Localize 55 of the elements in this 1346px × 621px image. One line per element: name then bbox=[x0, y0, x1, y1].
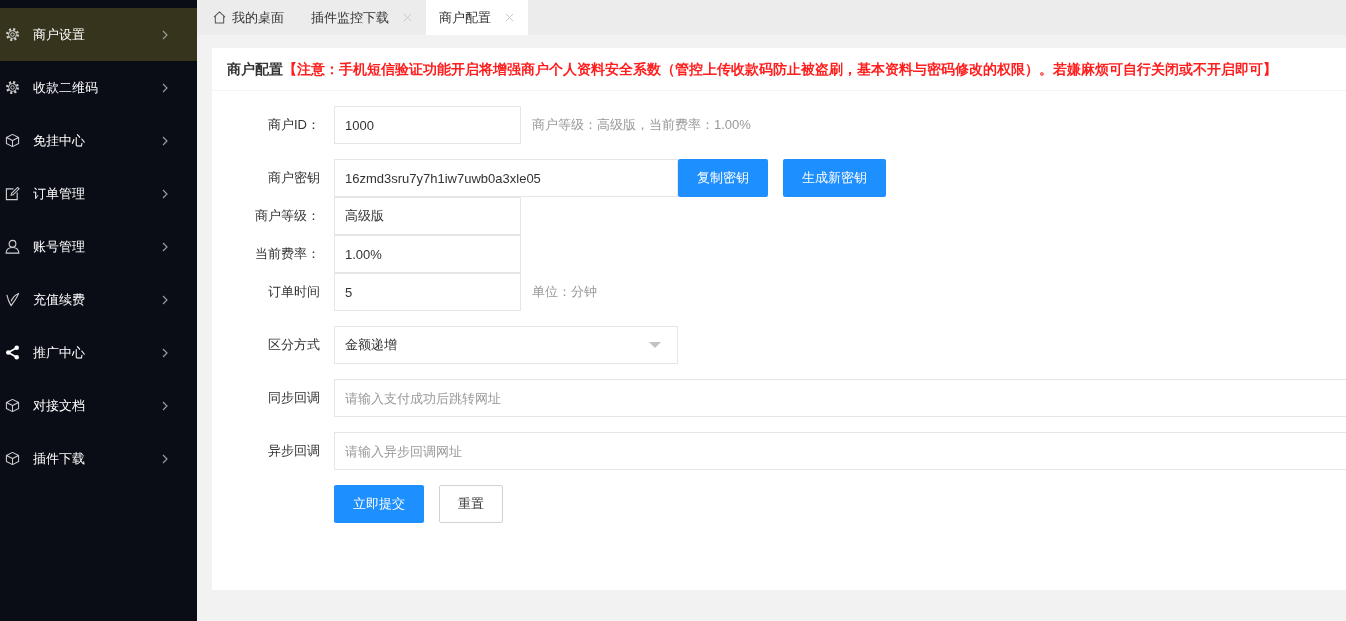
sidebar-item[interactable]: 账号管理 bbox=[0, 220, 197, 273]
field-label: 商户ID： bbox=[267, 116, 320, 134]
hint-text: 商户等级：高级版，当前费率：1.00% bbox=[532, 116, 751, 134]
hint-text: 单位：分钟 bbox=[532, 283, 597, 301]
input-field[interactable]: 1.00% bbox=[334, 235, 521, 273]
gear-icon bbox=[5, 80, 20, 95]
cube-icon bbox=[5, 451, 20, 466]
chevron-icon bbox=[162, 82, 168, 93]
cube-icon bbox=[5, 133, 20, 148]
chevron-icon bbox=[162, 400, 168, 411]
user-icon bbox=[5, 239, 20, 254]
sidebar-item[interactable]: 插件下载 bbox=[0, 432, 197, 485]
field-label: 订单时间 bbox=[267, 283, 320, 301]
sidebar-item[interactable]: 免挂中心 bbox=[0, 114, 197, 167]
input-field[interactable]: 请输入异步回调网址 bbox=[334, 432, 1346, 470]
notice-text: 【注意：手机短信验证功能开启将增强商户个人资料安全系数（管控上传收款码防止被盗刷，基本资料与密码修改的权限）。若嫌麻烦可自行关闭或不开启即可】 bbox=[283, 61, 1277, 77]
check-icon bbox=[5, 292, 20, 307]
share-icon bbox=[5, 345, 20, 360]
tab[interactable]: 我的桌面 bbox=[200, 0, 298, 35]
gear-icon bbox=[5, 27, 20, 42]
field-label: 区分方式 bbox=[267, 336, 320, 354]
reset-button[interactable]: 重置 bbox=[439, 485, 503, 523]
caret-icon bbox=[649, 342, 661, 348]
chevron-icon bbox=[162, 29, 168, 40]
select-field[interactable]: 金额递增 bbox=[334, 326, 678, 364]
sidebar-item[interactable]: 推广中心 bbox=[0, 326, 197, 379]
field-label: 同步回调 bbox=[267, 389, 320, 407]
field-label: 商户密钥 bbox=[267, 169, 320, 187]
chevron-icon bbox=[162, 453, 168, 464]
tab[interactable]: 商户配置 bbox=[426, 0, 528, 35]
input-field[interactable]: 请输入支付成功后跳转网址 bbox=[334, 379, 1346, 417]
input-field[interactable]: 5 bbox=[334, 273, 521, 311]
chevron-icon bbox=[162, 188, 168, 199]
chevron-icon bbox=[162, 241, 168, 252]
field-label: 异步回调 bbox=[267, 442, 320, 460]
chevron-icon bbox=[162, 135, 168, 146]
tab[interactable]: 插件监控下载 bbox=[298, 0, 426, 35]
sidebar-item[interactable]: 订单管理 bbox=[0, 167, 197, 220]
sidebar-item[interactable]: 商户设置 bbox=[0, 8, 197, 61]
home-icon bbox=[213, 11, 226, 24]
field-label: 当前费率： bbox=[254, 245, 320, 263]
sidebar-item[interactable]: 对接文档 bbox=[0, 379, 197, 432]
chevron-icon bbox=[162, 347, 168, 358]
close-icon bbox=[505, 13, 514, 22]
input-field[interactable]: 1000 bbox=[334, 106, 521, 144]
input-field[interactable]: 高级版 bbox=[334, 197, 521, 235]
input-field[interactable]: 16zmd3sru7y7h1iw7uwb0a3xle05 bbox=[334, 159, 678, 197]
sidebar-item[interactable]: 收款二维码 bbox=[0, 61, 197, 114]
card-title: 商户配置 bbox=[227, 61, 283, 77]
cube-icon bbox=[5, 398, 20, 413]
chevron-icon bbox=[162, 294, 168, 305]
field-label: 商户等级： bbox=[254, 207, 320, 225]
sidebar-item[interactable]: 充值续费 bbox=[0, 273, 197, 326]
close-icon bbox=[403, 13, 412, 22]
edit-icon bbox=[5, 186, 20, 201]
